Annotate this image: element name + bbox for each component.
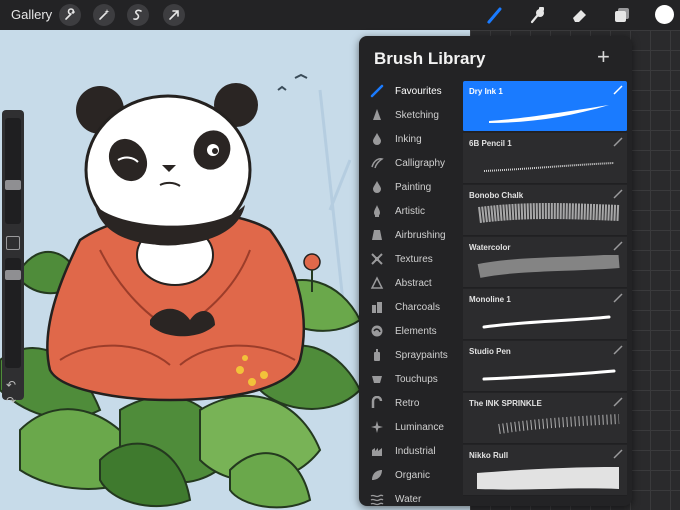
category-touchups[interactable]: Touchups [359,368,463,390]
opacity-knob[interactable] [5,270,21,280]
category-retro[interactable]: Retro [359,392,463,414]
transform-icon[interactable] [163,4,185,26]
category-charcoals[interactable]: Charcoals [359,296,463,318]
gallery-button[interactable]: Gallery [11,7,52,22]
opacity-slider[interactable] [5,258,21,368]
luminance-icon [370,420,384,434]
eraser-icon[interactable] [568,4,592,26]
retro-icon [370,396,384,410]
stroke-preview [482,369,616,381]
top-toolbar: Gallery [0,0,680,30]
brush-item[interactable]: Dry Ink 1 [463,81,627,132]
paint-drop-icon [370,180,384,194]
brush-stroke-icon [613,241,623,251]
spraypaint-icon [370,348,384,362]
pencil-tip-icon [370,108,384,122]
brush-icon[interactable] [483,4,507,26]
add-brush-button[interactable]: + [597,46,610,68]
brush-stroke-icon [613,85,623,95]
stroke-preview [482,315,611,329]
brush-stroke-icon [370,84,384,98]
category-water[interactable]: Water [359,488,463,506]
brush-item[interactable]: Studio Pen [463,341,627,392]
category-abstract[interactable]: Abstract [359,272,463,294]
category-airbrushing[interactable]: Airbrushing [359,224,463,246]
color-picker-swatch[interactable] [655,5,674,24]
left-sidebar: ↶ ↷ [2,110,24,408]
brush-stroke-icon [613,397,623,407]
panel-title: Brush Library [374,49,486,68]
industrial-icon [370,444,384,458]
brush-stroke-icon [613,189,623,199]
brush-item[interactable]: 6B Pencil 1 [463,133,627,184]
layers-icon[interactable] [610,4,634,26]
brush-stroke-icon [613,137,623,147]
category-calligraphy[interactable]: Calligraphy [359,152,463,174]
smudge-icon[interactable] [526,4,550,26]
abstract-icon [370,276,384,290]
brush-stroke-icon [613,345,623,355]
calligraphy-icon [370,156,384,170]
category-luminance[interactable]: Luminance [359,416,463,438]
category-elements[interactable]: Elements [359,320,463,342]
brush-item[interactable]: Monoline 1 [463,289,627,340]
category-artistic[interactable]: Artistic [359,200,463,222]
stroke-preview [478,203,620,223]
touchups-icon [370,372,384,386]
stroke-preview [498,414,620,434]
selection-icon[interactable] [127,4,149,26]
category-painting[interactable]: Painting [359,176,463,198]
airbrush-icon [370,228,384,242]
stroke-preview [483,162,615,172]
texture-icon [370,252,384,266]
ink-drop-icon [370,132,384,146]
brush-stroke-icon [613,449,623,459]
charcoal-icon [370,300,384,314]
stroke-preview [489,105,609,123]
brush-library-panel: Brush Library + Favourites Sketching Ink… [359,36,632,506]
stroke-preview [477,467,619,490]
brush-item[interactable]: Watercolor [463,237,627,288]
redo-icon[interactable]: ↷ [6,394,16,408]
category-textures[interactable]: Textures [359,248,463,270]
category-inking[interactable]: Inking [359,128,463,150]
stroke-preview [477,255,620,278]
leaf-icon [370,468,384,482]
brush-stroke-icon [613,293,623,303]
category-organic[interactable]: Organic [359,464,463,486]
undo-icon[interactable]: ↶ [6,378,16,392]
category-industrial[interactable]: Industrial [359,440,463,462]
brush-item[interactable]: Bonobo Chalk [463,185,627,236]
modify-button[interactable] [6,236,20,250]
brush-item[interactable]: The INK SPRINKLE [463,393,627,444]
category-favourites[interactable]: Favourites [359,80,463,102]
artistic-icon [370,204,384,218]
wrench-icon[interactable] [59,4,81,26]
category-sketching[interactable]: Sketching [359,104,463,126]
magic-wand-icon[interactable] [93,4,115,26]
water-icon [370,492,384,506]
elements-icon [370,324,384,338]
category-spraypaints[interactable]: Spraypaints [359,344,463,366]
brush-size-knob[interactable] [5,180,21,190]
brush-item[interactable]: Nikko Rull [463,445,627,496]
brush-size-slider[interactable] [5,118,21,224]
